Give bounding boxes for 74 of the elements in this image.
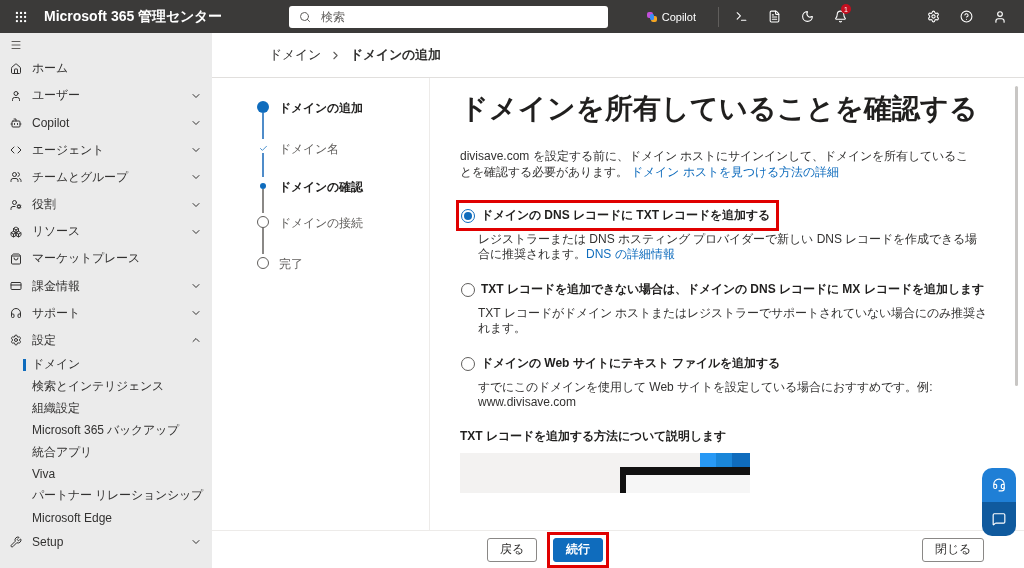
home-icon [10, 62, 22, 75]
nav-item[interactable]: サポート [0, 299, 212, 327]
intro-text: divisave.com を設定する前に、ドメイン ホストにサインインして、ドメインを所有していることを確認する必要があります。 ドメイン ホストを見つける方法の詳細 [460, 148, 970, 180]
document-icon[interactable] [768, 10, 781, 23]
nav-subitem[interactable]: Microsoft 365 バックアップ [0, 419, 212, 442]
nav-item[interactable]: ユーザー [0, 82, 212, 110]
terminal-icon[interactable] [735, 10, 748, 23]
help-icon[interactable] [960, 10, 973, 23]
copilot-logo-icon [645, 10, 658, 23]
dns-link[interactable]: DNS の詳細情報 [586, 247, 675, 261]
option-description: すでにこのドメインを使用して Web サイトを設定している場合におすすめです。例: www.divisave.com [478, 380, 934, 410]
close-button[interactable]: 閉じる [922, 537, 984, 562]
option-description: TXT レコードがドメイン ホストまたはレジストラーでサポートされていない場合にのみ推奨されます。 [478, 306, 988, 336]
nav-subitem[interactable]: Microsoft Edge [0, 506, 212, 529]
wrench-icon [10, 536, 22, 549]
breadcrumb-item: ドメインの追加 [350, 46, 441, 64]
back-button[interactable]: 戻る [487, 537, 537, 562]
help-link[interactable]: ドメイン ホストを見つける方法の詳細 [631, 165, 839, 179]
step-label: ドメイン名 [279, 141, 339, 158]
nav-item[interactable]: チームとグループ [0, 163, 212, 191]
search-icon [299, 10, 311, 23]
nav-item[interactable]: 役割 [0, 190, 212, 219]
nav-item[interactable]: Setup [0, 528, 212, 556]
nav-subitem[interactable]: 組織設定 [0, 397, 212, 420]
nav-subitem[interactable]: 検索とインテリジェンス [0, 375, 212, 398]
radio-option[interactable]: TXT レコードを追加できない場合は、ドメインの DNS レコードに MX レコードを追加します [456, 274, 993, 305]
step-label: 完了 [279, 256, 303, 273]
boxes-icon [10, 225, 22, 238]
nav-subitem[interactable]: ドメイン [0, 354, 212, 376]
nav-subitem[interactable]: 統合アプリ [0, 441, 212, 464]
video-heading: TXT レコードを追加する方法について説明します [460, 428, 727, 445]
breadcrumb-item[interactable]: ドメイン [269, 46, 321, 64]
step-label: ドメインの接続 [279, 215, 363, 232]
nav-item[interactable]: 課金情報 [0, 272, 212, 300]
radio-option[interactable]: ドメインの Web サイトにテキスト ファイルを追加する [456, 348, 790, 379]
app-title: Microsoft 365 管理センター [44, 7, 224, 26]
nav-item[interactable]: エージェント [0, 136, 212, 164]
nav-subitem[interactable]: Viva [0, 463, 212, 485]
bag-icon [10, 252, 22, 265]
continue-button[interactable]: 続行 [553, 537, 603, 562]
radio-button[interactable] [461, 282, 475, 297]
nav-item[interactable]: リソース [0, 218, 212, 246]
person-gear-icon [10, 198, 22, 211]
radio-button[interactable] [461, 356, 475, 371]
app-launcher-icon[interactable] [14, 9, 28, 24]
nav-item[interactable]: 設定 [0, 326, 212, 355]
settings-icon [10, 334, 22, 347]
people-icon [10, 171, 22, 184]
radio-button[interactable] [461, 208, 475, 223]
nav-subitem[interactable]: パートナー リレーションシップ [0, 484, 212, 507]
chat-icon [992, 512, 1006, 526]
bot-icon [10, 116, 22, 129]
radio-option[interactable]: ドメインの DNS レコードに TXT レコードを追加する [456, 200, 780, 231]
nav-item[interactable]: マーケットプレース [0, 245, 212, 273]
card-icon [10, 280, 22, 293]
scrollbar[interactable] [1014, 86, 1018, 386]
step-label: ドメインの追加 [279, 100, 363, 117]
headset-icon [10, 307, 22, 320]
option-description: レジストラーまたは DNS ホスティング プロバイダーで新しい DNS レコードを作成できる場合に推奨されます。DNS の詳細情報 [478, 232, 979, 262]
feedback-button[interactable] [982, 502, 1016, 536]
account-icon[interactable] [992, 9, 1007, 24]
headset-button[interactable] [982, 468, 1016, 502]
headset-icon [992, 478, 1006, 492]
page-title: ドメインを所有していることを確認する [460, 92, 979, 126]
step-label: ドメインの確認 [279, 179, 363, 196]
moon-icon[interactable] [801, 10, 814, 23]
notification-bell-icon[interactable] [834, 10, 847, 23]
settings-icon[interactable] [927, 10, 940, 23]
person-icon [10, 89, 22, 102]
nav-item[interactable]: Copilot [0, 109, 212, 137]
nav-item[interactable]: ホーム [0, 55, 212, 83]
search-bar[interactable]: 検索 [289, 5, 608, 28]
copilot-button[interactable]: Copilot [637, 10, 704, 23]
menu-icon[interactable] [10, 39, 22, 51]
